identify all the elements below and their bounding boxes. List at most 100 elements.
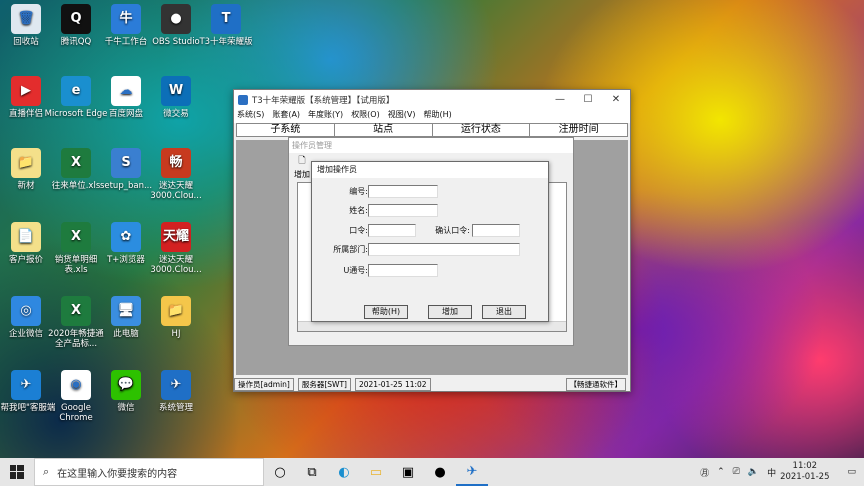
password-input[interactable]	[368, 224, 416, 237]
clock-time: 11:02	[792, 461, 818, 471]
notification-icon[interactable]: ▭	[847, 467, 856, 477]
add-button[interactable]: 增加	[428, 305, 472, 319]
desktop-icon-label: 迷达天耀3000.Clou...	[150, 181, 202, 201]
app-icon	[238, 94, 248, 105]
task-view-icon[interactable]: ⧉	[296, 458, 328, 486]
desktop-icon[interactable]: 畅迷达天耀3000.Clou...	[144, 148, 208, 201]
taskbar-search[interactable]: ⌕ 在这里输入你要搜索的内容	[34, 458, 264, 486]
col-site[interactable]: 站点	[335, 124, 433, 136]
menu-permission[interactable]: 权限(O)	[351, 109, 380, 123]
ime-language[interactable]: 中	[767, 466, 776, 479]
list-scrollbar[interactable]	[298, 321, 566, 331]
chevron-up-icon[interactable]: ⌃	[717, 467, 725, 477]
col-status[interactable]: 运行状态	[433, 124, 531, 136]
clock-date: 2021-01-25	[780, 472, 830, 482]
desktop-app-icon: ◉	[61, 370, 91, 400]
desktop-app-icon: 🗑	[11, 4, 41, 34]
name-label: 姓名:	[349, 206, 368, 215]
exit-button[interactable]: 退出	[482, 305, 526, 319]
desktop-app-icon: 畅	[161, 148, 191, 178]
windows-logo-icon	[10, 465, 24, 479]
dialog-title: 增加操作员	[312, 162, 548, 178]
department-label: 所属部门:	[333, 245, 368, 254]
menu-bar: 系统(S) 账套(A) 年度账(Y) 权限(O) 视图(V) 帮助(H)	[234, 109, 630, 123]
ime-tray-icon[interactable]: ㊊	[700, 466, 709, 479]
menu-view[interactable]: 视图(V)	[388, 109, 416, 123]
desktop-app-icon: X	[61, 222, 91, 252]
volume-icon[interactable]: 🔈	[748, 467, 759, 477]
desktop-app-icon: ●	[161, 4, 191, 34]
desktop-app-icon: W	[161, 76, 191, 106]
network-icon[interactable]: ⎚	[733, 467, 740, 477]
desktop-icon[interactable]: T T3十年荣耀版	[194, 4, 258, 47]
desktop-app-icon: 📄	[11, 222, 41, 252]
desktop-app-icon: X	[61, 148, 91, 178]
desktop-app-icon: ✿	[111, 222, 141, 252]
desktop-icon[interactable]: 天耀迷达天耀3000.Clou...	[144, 222, 208, 275]
desktop-icon-label: 系统管理	[158, 403, 193, 413]
window-title: T3十年荣耀版【系统管理】【试用版】	[252, 95, 395, 106]
desktop-icon[interactable]: W 微交易	[144, 76, 208, 119]
start-button[interactable]	[0, 458, 34, 486]
t3-taskbar-icon[interactable]: ✈	[456, 458, 488, 486]
desktop-app-icon: Q	[61, 4, 91, 34]
window-titlebar[interactable]: T3十年荣耀版【系统管理】【试用版】 — ☐ ✕	[234, 90, 630, 109]
menu-account[interactable]: 账套(A)	[272, 109, 300, 123]
file-explorer-icon[interactable]: ▭	[360, 458, 392, 486]
desktop-app-icon: 牛	[111, 4, 141, 34]
desktop-icon[interactable]: 📁 HJ	[144, 296, 208, 339]
desktop-app-icon: 🖥	[111, 296, 141, 326]
desktop-icon-label: 微交易	[163, 109, 189, 119]
code-input[interactable]	[368, 185, 438, 198]
desktop-icon-label: T3十年荣耀版	[199, 37, 253, 47]
add-operator-tool[interactable]: 🗋 增加	[292, 153, 312, 180]
add-tool-label: 增加	[294, 169, 310, 179]
taskbar: ⌕ 在这里输入你要搜索的内容 ○ ⧉ ◐ ▭ ▣ ● ✈ ㊊ ⌃ ⎚ 🔈 中 1…	[0, 458, 864, 486]
confirm-password-input[interactable]	[472, 224, 520, 237]
status-bar: 操作员[admin] 服务器[SWT] 2021-01-25 11:02 【畅捷…	[234, 377, 630, 391]
col-subsystem[interactable]: 子系统	[237, 124, 335, 136]
desktop-app-icon: 天耀	[161, 222, 191, 252]
desktop-app-icon: S	[111, 148, 141, 178]
new-doc-icon: 🗋	[298, 155, 306, 166]
u-number-input[interactable]	[368, 264, 438, 277]
clock[interactable]: 11:02 2021-01-25	[780, 461, 829, 483]
desktop-icon[interactable]: ✈ 系统管理	[144, 370, 208, 413]
operator-window-title: 操作员管理	[289, 138, 573, 153]
desktop-app-icon: 💬	[111, 370, 141, 400]
col-register-time[interactable]: 注册时间	[530, 124, 627, 136]
search-placeholder: 在这里输入你要搜索的内容	[57, 468, 178, 480]
desktop-app-icon: ◎	[11, 296, 41, 326]
menu-year[interactable]: 年度账(Y)	[308, 109, 343, 123]
column-headers: 子系统 站点 运行状态 注册时间	[236, 123, 628, 137]
status-datetime: 2021-01-25 11:02	[354, 377, 431, 391]
password-label: 口令:	[349, 226, 368, 235]
close-button[interactable]: ✕	[602, 94, 630, 105]
store-icon[interactable]: ▣	[392, 458, 424, 486]
status-brand: 【畅捷通软件】	[565, 377, 626, 391]
cortana-icon[interactable]: ○	[264, 458, 296, 486]
desktop-app-icon: T	[211, 4, 241, 34]
desktop-app-icon: X	[61, 296, 91, 326]
system-tray: ㊊ ⌃ ⎚ 🔈 中 11:02 2021-01-25 ▭	[696, 461, 864, 483]
desktop-app-icon: ▶	[11, 76, 41, 106]
confirm-password-label: 确认口令:	[435, 226, 470, 235]
desktop-app-icon: ✈	[161, 370, 191, 400]
menu-help[interactable]: 帮助(H)	[423, 109, 451, 123]
desktop-app-icon: 📁	[161, 296, 191, 326]
status-server: 服务器[SWT]	[297, 377, 351, 391]
edge-taskbar-icon[interactable]: ◐	[328, 458, 360, 486]
desktop-app-icon: ☁	[111, 76, 141, 106]
desktop-app-icon: e	[61, 76, 91, 106]
obs-taskbar-icon[interactable]: ●	[424, 458, 456, 486]
search-icon: ⌕	[43, 465, 50, 478]
department-input[interactable]	[368, 243, 520, 256]
name-input[interactable]	[368, 204, 438, 217]
help-button[interactable]: 帮助(H)	[364, 305, 408, 319]
desktop-icon-label: 迷达天耀3000.Clou...	[150, 255, 202, 275]
add-operator-dialog[interactable]: 增加操作员 编号: 姓名: 口令: 确认口令: 所属部门: U通号: 帮助(H)…	[311, 161, 549, 322]
maximize-button[interactable]: ☐	[574, 94, 602, 105]
minimize-button[interactable]: —	[546, 94, 574, 105]
u-number-label: U通号:	[343, 266, 368, 275]
menu-system[interactable]: 系统(S)	[237, 109, 264, 123]
